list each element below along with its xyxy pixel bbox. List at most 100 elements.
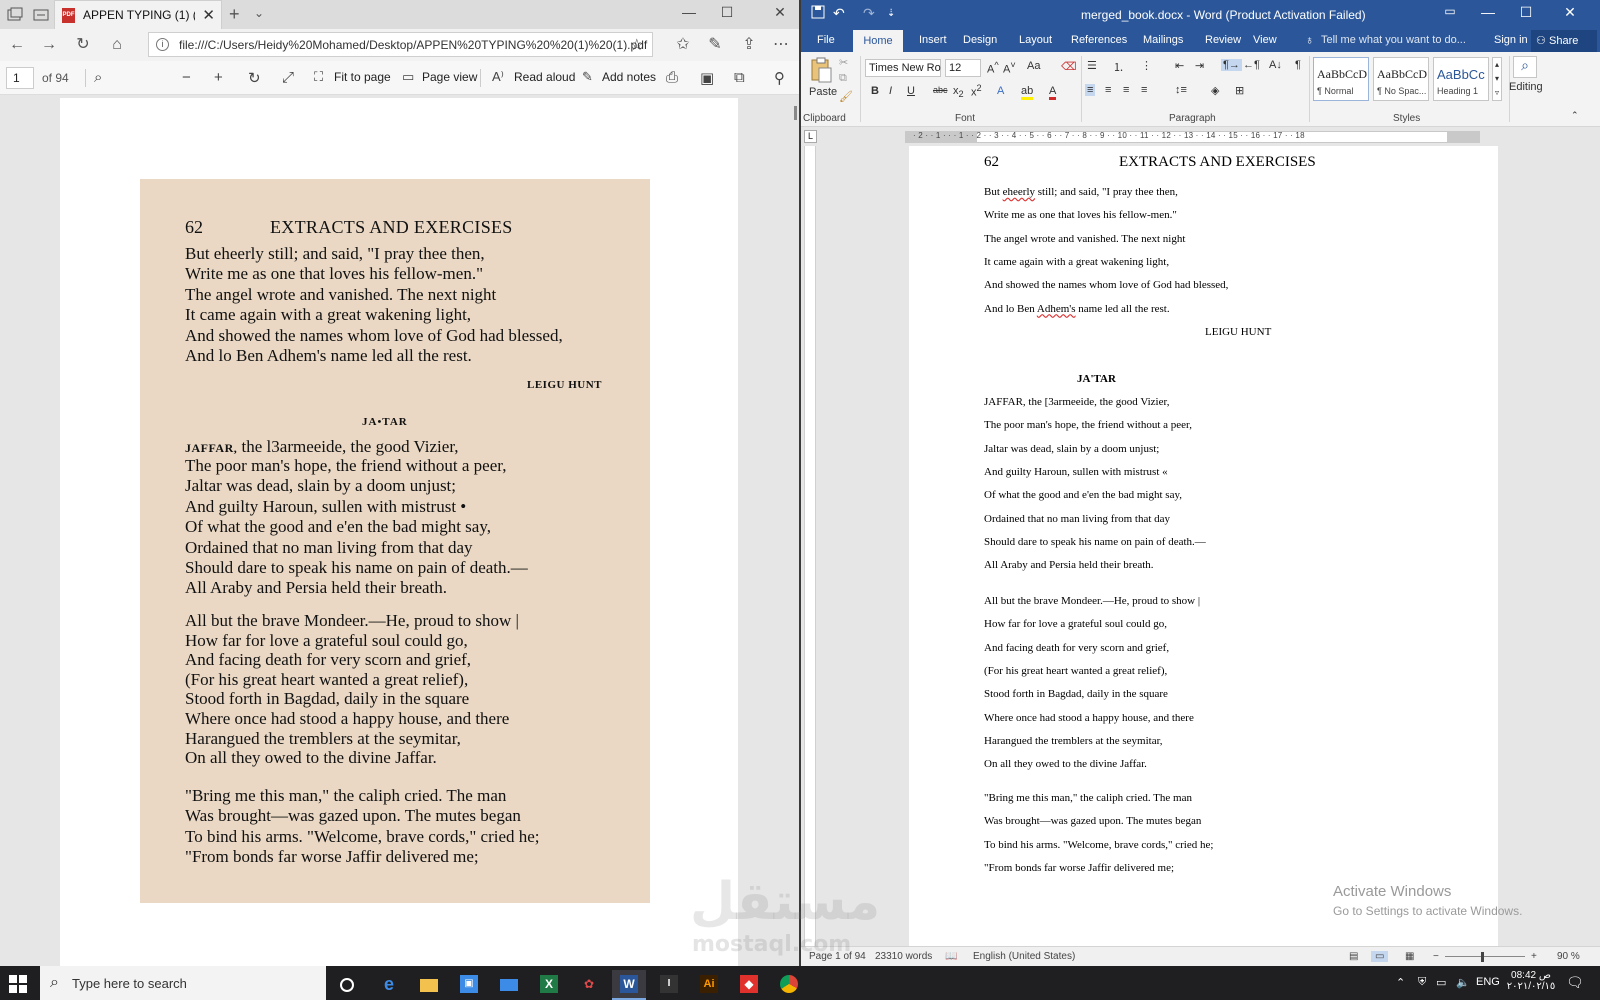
style-no-spacing[interactable]: AaBbCcD ¶ No Spac...: [1373, 57, 1429, 101]
refresh-icon[interactable]: ↻: [72, 35, 94, 55]
chrome-icon[interactable]: [772, 970, 806, 1000]
word-taskbar-icon[interactable]: W: [612, 970, 646, 1000]
show-hidden-icons-chevron[interactable]: ⌃: [1396, 976, 1405, 989]
copy-icon[interactable]: ⧉: [839, 72, 847, 85]
close-tab-icon[interactable]: ✕: [202, 6, 215, 24]
align-left-icon[interactable]: ≡: [1085, 84, 1096, 96]
bullets-icon[interactable]: ☰: [1087, 59, 1097, 72]
styles-more-icon[interactable]: ▴ ▾ ▿: [1492, 57, 1502, 101]
network-icon[interactable]: ▭: [1436, 976, 1446, 989]
align-right-icon[interactable]: ≡: [1123, 84, 1129, 96]
font-color-icon[interactable]: A: [1049, 85, 1057, 100]
subscript-icon[interactable]: x2: [953, 85, 964, 99]
customize-qat-icon[interactable]: ⇣: [887, 8, 895, 19]
style-heading-1[interactable]: AaBbCc Heading 1: [1433, 57, 1489, 101]
undo-icon[interactable]: ↶: [833, 5, 845, 22]
file-explorer-icon[interactable]: [412, 970, 446, 1000]
minimize-button[interactable]: —: [1473, 4, 1503, 20]
editing-button[interactable]: Editing: [1509, 81, 1543, 93]
tab-pdf-document[interactable]: PDF APPEN TYPING (1) (1).pdf ✕: [54, 0, 222, 29]
justify-icon[interactable]: ≡: [1141, 84, 1147, 96]
ribbon-display-options-icon[interactable]: ▭: [1435, 4, 1465, 18]
pin-toolbar-icon[interactable]: ⚲: [774, 69, 785, 87]
cut-icon[interactable]: ✂: [839, 56, 848, 69]
taskbar-search[interactable]: ⌕ Type here to search: [40, 966, 326, 1000]
zoom-out-icon[interactable]: −: [1433, 951, 1439, 962]
tab-mailings[interactable]: Mailings: [1143, 34, 1183, 46]
document-page[interactable]: 62 EXTRACTS AND EXERCISES But eheerly st…: [909, 146, 1498, 946]
read-mode-icon[interactable]: ▤: [1349, 951, 1358, 962]
cortana-icon[interactable]: [330, 970, 364, 1000]
maximize-button[interactable]: ☐: [1511, 4, 1541, 21]
illustrator-icon[interactable]: Ai: [692, 970, 726, 1000]
shrink-font-icon[interactable]: A˅: [1003, 60, 1016, 76]
photos-app-icon[interactable]: ✿: [572, 970, 606, 1000]
pdf-viewport[interactable]: 62 EXTRACTS AND EXERCISES But eheerly st…: [0, 96, 799, 966]
tab-layout[interactable]: Layout: [1019, 34, 1052, 46]
zoom-in-icon[interactable]: +: [214, 69, 223, 86]
favorites-icon[interactable]: ✩: [672, 35, 694, 55]
anydesk-icon[interactable]: ◆: [732, 970, 766, 1000]
save-icon[interactable]: [811, 5, 825, 19]
tab-actions-icon[interactable]: [6, 6, 24, 24]
more-menu-icon[interactable]: ⋯: [770, 35, 792, 55]
show-marks-icon[interactable]: ¶: [1295, 59, 1301, 71]
mail-icon[interactable]: [492, 970, 526, 1000]
tab-selector[interactable]: L: [804, 130, 817, 143]
favorite-star-icon[interactable]: ☆: [630, 35, 644, 55]
zoom-out-icon[interactable]: −: [182, 69, 191, 86]
line-spacing-icon[interactable]: ↕≡: [1175, 84, 1187, 96]
underline-icon[interactable]: U: [907, 85, 915, 97]
superscript-icon[interactable]: x2: [971, 83, 982, 99]
tab-references[interactable]: References: [1071, 34, 1127, 46]
collapse-ribbon-icon[interactable]: ⌃: [1571, 110, 1579, 121]
horizontal-ruler[interactable]: L · 2 · · 1 · · · 1 · · 2 · · 3 · · 4 · …: [801, 128, 1600, 146]
save-as-icon[interactable]: ⧉: [734, 69, 745, 86]
zoom-level[interactable]: 90 %: [1557, 951, 1580, 962]
ltr-direction-icon[interactable]: ¶→: [1221, 59, 1242, 71]
proofing-icon[interactable]: 📖: [945, 951, 957, 962]
align-center-icon[interactable]: ≡: [1105, 84, 1111, 96]
increase-indent-icon[interactable]: ⇥: [1195, 59, 1204, 72]
strikethrough-icon[interactable]: abc: [933, 85, 948, 95]
redo-icon[interactable]: ↷: [863, 5, 875, 22]
shading-icon[interactable]: ◈: [1211, 84, 1219, 97]
input-language[interactable]: ENG: [1476, 976, 1500, 988]
bold-icon[interactable]: B: [871, 85, 879, 97]
print-layout-icon[interactable]: ▭: [1371, 951, 1389, 962]
app-taskbar-icon[interactable]: I: [652, 970, 686, 1000]
add-notes-button[interactable]: Add notes: [602, 70, 656, 84]
excel-icon[interactable]: X: [532, 970, 566, 1000]
set-tabs-aside-icon[interactable]: [32, 6, 50, 24]
borders-icon[interactable]: ⊞: [1235, 84, 1244, 97]
security-icon[interactable]: ⛨: [1418, 976, 1426, 989]
paste-icon[interactable]: [809, 56, 833, 84]
tab-view[interactable]: View: [1253, 34, 1277, 46]
italic-icon[interactable]: I: [889, 85, 892, 97]
web-notes-pen-icon[interactable]: ✎: [704, 35, 726, 55]
web-layout-icon[interactable]: ▦: [1405, 951, 1414, 962]
decrease-indent-icon[interactable]: ⇤: [1175, 59, 1184, 72]
windows-start-icon[interactable]: [8, 974, 30, 994]
close-window-button[interactable]: ✕: [1555, 4, 1585, 21]
paste-button[interactable]: Paste: [809, 86, 837, 98]
store-icon[interactable]: ▣: [452, 970, 486, 1000]
style-normal[interactable]: AaBbCcD ¶ Normal: [1313, 57, 1369, 101]
forward-arrow-icon[interactable]: →: [38, 35, 60, 55]
tab-list-chevron-icon[interactable]: ⌄: [254, 6, 272, 24]
page-view-button[interactable]: Page view: [422, 70, 477, 84]
clear-formatting-icon[interactable]: ⌫: [1061, 60, 1077, 73]
find-icon[interactable]: ⌕: [1513, 56, 1537, 78]
change-case-icon[interactable]: Aa: [1027, 60, 1040, 72]
font-name-select[interactable]: Times New Ro: [865, 59, 941, 77]
zoom-slider-thumb[interactable]: [1481, 952, 1484, 962]
font-size-select[interactable]: 12: [945, 59, 981, 77]
action-center-icon[interactable]: 🗨: [1566, 974, 1584, 991]
rtl-direction-icon[interactable]: ←¶: [1243, 59, 1260, 71]
minimize-button[interactable]: —: [674, 4, 704, 20]
zoom-slider[interactable]: [1445, 956, 1525, 957]
url-field[interactable]: i file:///C:/Users/Heidy%20Mohamed/Deskt…: [148, 32, 653, 57]
word-count[interactable]: 23310 words: [875, 951, 932, 962]
vertical-ruler[interactable]: [804, 146, 816, 946]
tab-home[interactable]: Home: [853, 30, 903, 52]
